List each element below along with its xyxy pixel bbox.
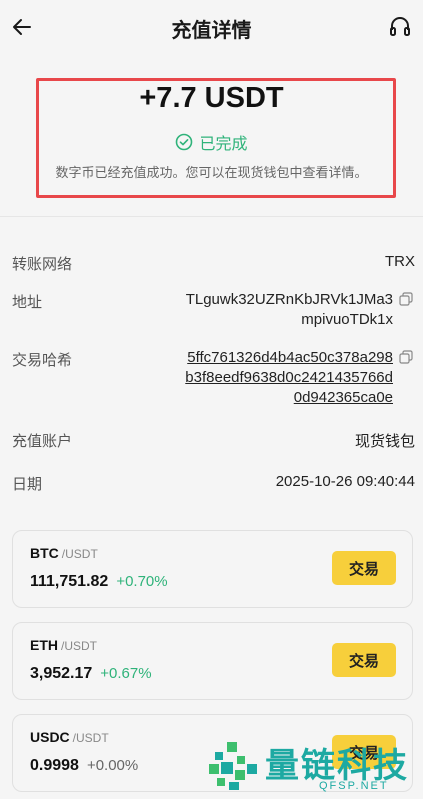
price-change: +0.67% — [100, 665, 152, 682]
price-row: 0.9998 +0.00% — [30, 757, 138, 775]
copy-address-icon[interactable] — [399, 292, 413, 306]
account-value: 现货钱包 — [354, 433, 415, 450]
page-title: 充值详情 — [171, 20, 252, 42]
hash-value[interactable]: 5ffc761326d4b4ac50c378a298 b3f8eedf9638d… — [185, 348, 393, 408]
last-price: 111,751.82 — [30, 573, 109, 590]
hash-line[interactable]: 0d942365ca0e — [185, 388, 393, 408]
price-change: +0.00% — [86, 757, 139, 774]
address-value: TLguwk32UZRnKbJRVk1JMa3 mpivuoTDk1x — [186, 290, 393, 330]
price-change: +0.70% — [116, 573, 168, 590]
details-section: 转账网络 TRX 地址 TLguwk32UZRnKbJRVk1JMa3 mpiv… — [0, 217, 423, 502]
base-symbol: ETH — [30, 637, 58, 653]
network-label: 转账网络 — [12, 256, 73, 273]
trade-button[interactable]: 交易 — [332, 643, 396, 677]
support-button[interactable] — [387, 14, 413, 40]
watermark: 量链科技 QFSP.NET — [203, 734, 423, 799]
check-circle-icon — [176, 133, 193, 151]
hash-line[interactable]: 5ffc761326d4b4ac50c378a298 — [185, 348, 393, 368]
headset-icon — [390, 17, 410, 36]
address-line: TLguwk32UZRnKbJRVk1JMa3 — [185, 291, 393, 308]
copy-hash-icon[interactable] — [399, 350, 413, 364]
address-line: mpivuoTDk1x — [301, 311, 393, 328]
base-symbol: BTC — [30, 545, 59, 561]
top-bar: 充值详情 — [0, 0, 423, 56]
pair-label: ETH/USDT — [30, 637, 97, 653]
last-price: 3,952.17 — [30, 665, 93, 682]
pair-label: BTC/USDT — [30, 545, 98, 561]
pair-label: USDC/USDT — [30, 729, 109, 745]
date-label: 日期 — [12, 476, 43, 493]
hash-label: 交易哈希 — [12, 352, 73, 369]
network-value: TRX — [385, 253, 415, 270]
quote-symbol: /USDT — [72, 731, 109, 745]
brand-domain: QFSP.NET — [319, 780, 389, 792]
base-symbol: USDC — [30, 729, 70, 745]
deposit-amount: +7.7 USDT — [139, 82, 284, 114]
account-label: 充值账户 — [12, 433, 73, 450]
price-row: 111,751.82 +0.70% — [30, 573, 168, 591]
market-card-eth[interactable]: ETH/USDT 3,952.17 +0.67% 交易 — [12, 622, 413, 700]
status-row: 已完成 — [0, 130, 423, 154]
status-description: 数字币已经充值成功。您可以在现货钱包中查看详情。 — [55, 165, 368, 180]
price-row: 3,952.17 +0.67% — [30, 665, 152, 683]
address-label: 地址 — [12, 294, 43, 311]
hash-line[interactable]: b3f8eedf9638d0c2421435766d — [185, 368, 393, 388]
deposit-summary: +7.7 USDT 已完成 数字币已经充值成功。您可以在现货钱包中查看详情。 — [0, 56, 423, 216]
status-label: 已完成 — [199, 136, 248, 153]
trade-button[interactable]: 交易 — [332, 551, 396, 585]
last-price: 0.9998 — [30, 757, 79, 774]
quote-symbol: /USDT — [61, 639, 97, 653]
quote-symbol: /USDT — [61, 547, 98, 561]
market-card-btc[interactable]: BTC/USDT 111,751.82 +0.70% 交易 — [12, 530, 413, 608]
date-value: 2025-10-26 09:40:44 — [275, 473, 415, 490]
brand-logo-icon — [209, 742, 257, 790]
